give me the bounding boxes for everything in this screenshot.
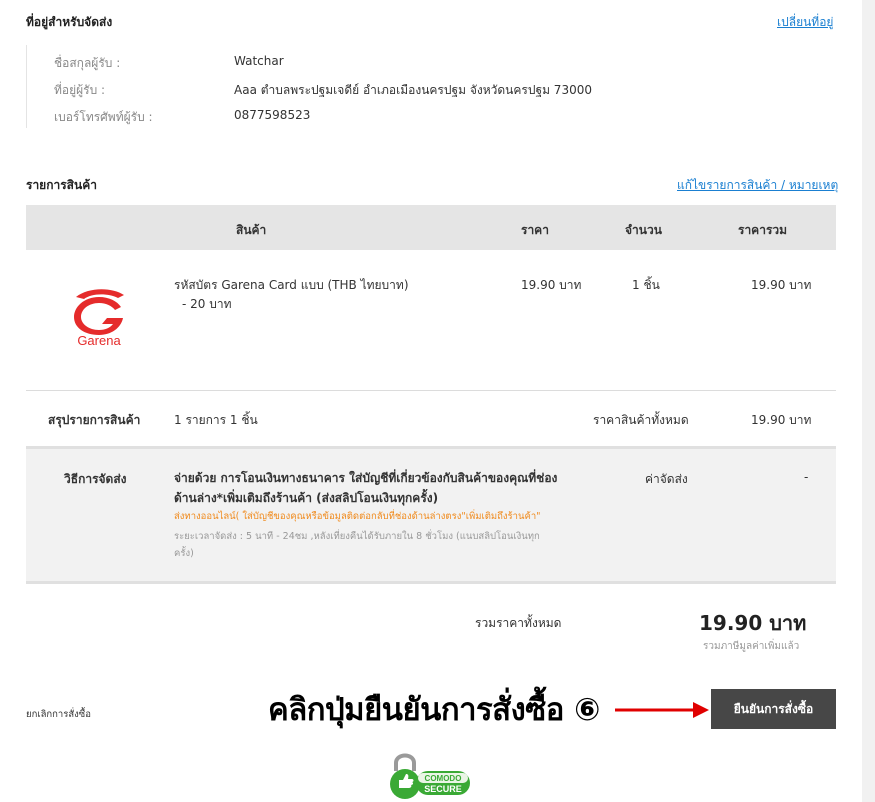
subtotal-label: ราคาสินค้าทั้งหมด — [593, 413, 689, 427]
product-name: รหัสบัตร Garena Card แบบ (THB ไทยบาท) — [174, 278, 409, 292]
recipient-phone-value: 0877598523 — [234, 108, 311, 122]
arrow-icon — [613, 699, 711, 721]
grand-total-label: รวมราคาทั้งหมด — [475, 616, 562, 630]
recipient-address-label: ที่อยู่ผู้รับ : — [54, 83, 106, 97]
garena-logo-text: Garena — [77, 333, 121, 347]
change-address-link[interactable]: เปลี่ยนที่อยู่ — [777, 13, 833, 32]
cancel-order-link[interactable]: ยกเลิกการสั่งซื้อ — [26, 707, 91, 722]
recipient-name-value: Watchar — [234, 54, 284, 68]
shipping-note: ส่งทางออนไลน์( ใส่บัญชีของคุณหรือข้อมูลต… — [174, 511, 541, 522]
edit-items-link[interactable]: แก้ไขรายการสินค้า / หมายเหตุ — [677, 176, 838, 195]
shipping-duration-line2: ครั้ง) — [174, 548, 194, 559]
shipping-fee-label: ค่าจัดส่ง — [645, 472, 688, 486]
shipping-duration-line1: ระยะเวลาจัดส่ง : 5 นาที - 24ชม ,หลังเที่… — [174, 531, 540, 542]
product-price: 19.90 บาท — [521, 278, 582, 292]
col-qty: จำนวน — [625, 223, 662, 237]
col-price: ราคา — [521, 223, 549, 237]
confirm-order-button[interactable]: ยืนยันการสั่งซื้อ — [711, 689, 836, 729]
recipient-address-value: Aaa ตำบลพระปฐมเจดีย์ อำเภอเมืองนครปฐม จั… — [234, 83, 592, 97]
col-total: ราคารวม — [738, 223, 788, 237]
row-divider — [26, 390, 836, 391]
address-divider — [26, 45, 27, 128]
shipping-fee-value: - — [804, 470, 809, 484]
summary-label: สรุปรายการสินค้า — [48, 413, 141, 427]
grand-total-value: 19.90 บาท — [699, 611, 807, 635]
items-table-header — [26, 205, 836, 250]
items-title: รายการสินค้า — [26, 178, 97, 192]
vat-note: รวมภาษีมูลค่าเพิ่มแล้ว — [703, 641, 800, 652]
subtotal-value: 19.90 บาท — [751, 413, 812, 427]
badge-line2: SECURE — [424, 784, 462, 794]
col-product: สินค้า — [236, 223, 267, 237]
page-scrollbar[interactable] — [862, 0, 875, 802]
shipping-method-line1: จ่ายด้วย การโอนเงินทางธนาคาร ใส่บัญชีที่… — [174, 471, 558, 485]
shipping-label: วิธีการจัดส่ง — [64, 472, 127, 486]
instruction-annotation: คลิกปุ่มยืนยันการสั่งซื้อ ⑥ — [268, 692, 600, 728]
summary-count: 1 รายการ 1 ชิ้น — [174, 413, 258, 427]
shipping-address-title: ที่อยู่สำหรับจัดส่ง — [26, 15, 113, 29]
garena-logo: Garena — [66, 285, 132, 348]
product-variant: - 20 บาท — [182, 297, 232, 311]
badge-line1: COMODO — [425, 774, 462, 783]
recipient-phone-label: เบอร์โทรศัพท์ผู้รับ : — [54, 110, 153, 124]
product-qty: 1 ชิ้น — [632, 278, 660, 292]
comodo-secure-badge: COMODO SECURE — [386, 751, 472, 799]
product-total: 19.90 บาท — [751, 278, 812, 292]
shipping-method-line2: ด้านล่าง*เพิ่มเติมถึงร้านค้า (ส่งสลิปโอน… — [174, 491, 439, 505]
recipient-name-label: ชื่อสกุลผู้รับ : — [54, 56, 121, 70]
